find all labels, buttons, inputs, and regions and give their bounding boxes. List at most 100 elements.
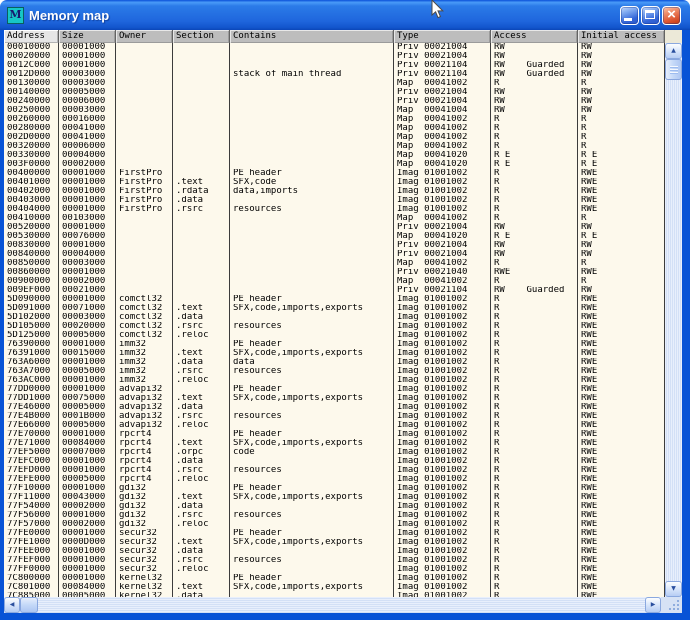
cell-size: 00001000: [59, 466, 116, 475]
table-row[interactable]: 5D102000 00003000 comctl32 .data Imag 01…: [4, 313, 665, 322]
table-row[interactable]: 00240000 00006000 Priv 00021004 RW RW: [4, 97, 665, 106]
cell-access: R: [491, 187, 578, 196]
table-row[interactable]: 00840000 00004000 Priv 00021004 RW RW: [4, 250, 665, 259]
cell-type: Imag 01001002: [394, 349, 491, 358]
table-row[interactable]: 77DD0000 00001000 advapi32 PE header Ima…: [4, 385, 665, 394]
table-row[interactable]: 00403000 00001000 FirstPro .data Imag 01…: [4, 196, 665, 205]
cell-owner: comctl32: [116, 304, 173, 313]
table-row[interactable]: 77FEE000 00001000 secur32 .data Imag 010…: [4, 547, 665, 556]
table-row[interactable]: 00402000 00001000 FirstPro .rdata data,i…: [4, 187, 665, 196]
app-icon[interactable]: M: [7, 7, 24, 24]
column-header-owner[interactable]: Owner: [116, 30, 173, 43]
table-row[interactable]: 77F10000 00001000 gdi32 PE header Imag 0…: [4, 484, 665, 493]
table-row[interactable]: 77FE0000 00001000 secur32 PE header Imag…: [4, 529, 665, 538]
cell-section: [173, 151, 230, 160]
table-row[interactable]: 00140000 00005000 Priv 00021004 RW RW: [4, 88, 665, 97]
column-header-contains[interactable]: Contains: [230, 30, 394, 43]
table-row[interactable]: 7C801000 00084000 kernel32 .text SFX,cod…: [4, 583, 665, 592]
table-row[interactable]: 77FEF000 00001000 secur32 .rsrc resource…: [4, 556, 665, 565]
close-button[interactable]: ×: [662, 6, 681, 25]
cell-size: 00006000: [59, 142, 116, 151]
table-row[interactable]: 763A6000 00001000 imm32 .data data Imag …: [4, 358, 665, 367]
table-row[interactable]: 77FE1000 0000D000 secur32 .text SFX,code…: [4, 538, 665, 547]
table-row[interactable]: 77E66000 00005000 advapi32 .reloc Imag 0…: [4, 421, 665, 430]
table-row[interactable]: 00404000 00001000 FirstPro .rsrc resourc…: [4, 205, 665, 214]
table-row[interactable]: 00250000 00003000 Map 00041004 RW RW: [4, 106, 665, 115]
table-row[interactable]: 763A7000 00005000 imm32 .rsrc resources …: [4, 367, 665, 376]
table-row[interactable]: 77EF5000 00007000 rpcrt4 .orpc code Imag…: [4, 448, 665, 457]
cell-size: 00001000: [59, 52, 116, 61]
table-row[interactable]: 77F56000 00001000 gdi32 .rsrc resources …: [4, 511, 665, 520]
minimize-button[interactable]: [620, 6, 639, 25]
column-header-section[interactable]: Section: [173, 30, 230, 43]
horizontal-scrollbar-thumb[interactable]: [20, 597, 38, 613]
table-row[interactable]: 00320000 00006000 Map 00041002 R R: [4, 142, 665, 151]
table-row[interactable]: 77F54000 00002000 gdi32 .data Imag 01001…: [4, 502, 665, 511]
table-row[interactable]: 76391000 00015000 imm32 .text SFX,code,i…: [4, 349, 665, 358]
scroll-down-button[interactable]: ▼: [665, 581, 682, 597]
scroll-up-button[interactable]: ▲: [665, 43, 682, 59]
cell-section: [173, 529, 230, 538]
table-row[interactable]: 5D090000 00001000 comctl32 PE header Ima…: [4, 295, 665, 304]
table-row[interactable]: 00260000 00016000 Map 00041002 R R: [4, 115, 665, 124]
table-row[interactable]: 5D105000 00020000 comctl32 .rsrc resourc…: [4, 322, 665, 331]
table-row[interactable]: 77DD1000 00075000 advapi32 .text SFX,cod…: [4, 394, 665, 403]
cell-address: 00402000: [4, 187, 59, 196]
table-row[interactable]: 763AC000 00001000 imm32 .reloc Imag 0100…: [4, 376, 665, 385]
vertical-scrollbar-thumb[interactable]: [665, 59, 682, 80]
cell-address: 77EFE000: [4, 475, 59, 484]
table-row[interactable]: 77EFE000 00005000 rpcrt4 .reloc Imag 010…: [4, 475, 665, 484]
table-row[interactable]: 00410000 00103000 Map 00041002 R R: [4, 214, 665, 223]
table-row[interactable]: 00900000 00002000 Map 00041002 R R: [4, 277, 665, 286]
titlebar[interactable]: M Memory map ×: [0, 0, 690, 30]
table-row[interactable]: 77E71000 00084000 rpcrt4 .text SFX,code,…: [4, 439, 665, 448]
table-row[interactable]: 77F11000 00043000 gdi32 .text SFX,code,i…: [4, 493, 665, 502]
table-row[interactable]: 00020000 00001000 Priv 00021004 RW RW: [4, 52, 665, 61]
cell-initial-access: R: [578, 142, 665, 151]
table-row[interactable]: 009EF000 00021000 Priv 00021104 RW Guard…: [4, 286, 665, 295]
table-row[interactable]: 77E46000 00005000 advapi32 .data Imag 01…: [4, 403, 665, 412]
table-row[interactable]: 77E70000 00001000 rpcrt4 PE header Imag …: [4, 430, 665, 439]
table-row[interactable]: 77F57000 00002000 gdi32 .reloc Imag 0100…: [4, 520, 665, 529]
table-row[interactable]: 00860000 00001000 Priv 00021040 RWE RWE: [4, 268, 665, 277]
vertical-scrollbar[interactable]: ▲ ▼: [665, 43, 682, 597]
cell-contains: [230, 268, 394, 277]
cell-size: 00005000: [59, 421, 116, 430]
table-row[interactable]: 00130000 00003000 Map 00041002 R R: [4, 79, 665, 88]
column-header-address[interactable]: Address: [4, 30, 59, 43]
table-row[interactable]: 00400000 00001000 FirstPro PE header Ima…: [4, 169, 665, 178]
table-row[interactable]: 77EFC000 00001000 rpcrt4 .data Imag 0100…: [4, 457, 665, 466]
table-row[interactable]: 77E4B000 0001B000 advapi32 .rsrc resourc…: [4, 412, 665, 421]
table-row[interactable]: 00330000 00004000 Map 00041020 R E R E: [4, 151, 665, 160]
table-row[interactable]: 5D091000 00071000 comctl32 .text SFX,cod…: [4, 304, 665, 313]
column-header-access[interactable]: Access: [491, 30, 578, 43]
cell-address: 7C800000: [4, 574, 59, 583]
resize-grip[interactable]: [661, 597, 682, 613]
table-row[interactable]: 00401000 00001000 FirstPro .text SFX,cod…: [4, 178, 665, 187]
table-row[interactable]: 00520000 00001000 Priv 00021004 RW RW: [4, 223, 665, 232]
table-row[interactable]: 0012C000 00001000 Priv 00021104 RW Guard…: [4, 61, 665, 70]
horizontal-scrollbar[interactable]: ◀ ▶: [4, 597, 661, 613]
table-row[interactable]: 5D125000 00005000 comctl32 .reloc Imag 0…: [4, 331, 665, 340]
cell-contains: PE header: [230, 385, 394, 394]
table-row[interactable]: 0012D000 00003000 stack of main thread P…: [4, 70, 665, 79]
table-row[interactable]: 00280000 00041000 Map 00041002 R R: [4, 124, 665, 133]
column-header-initial-access[interactable]: Initial access: [578, 30, 665, 43]
table-row[interactable]: 00010000 00001000 Priv 00021004 RW RW: [4, 43, 665, 52]
column-header-size[interactable]: Size: [59, 30, 116, 43]
cell-type: Map 00041002: [394, 115, 491, 124]
scroll-right-button[interactable]: ▶: [645, 597, 661, 613]
table-row[interactable]: 00830000 00001000 Priv 00021004 RW RW: [4, 241, 665, 250]
scroll-left-button[interactable]: ◀: [4, 597, 20, 613]
table-row[interactable]: 002D0000 00041000 Map 00041002 R R: [4, 133, 665, 142]
cell-initial-access: RW: [578, 88, 665, 97]
table-row[interactable]: 76390000 00001000 imm32 PE header Imag 0…: [4, 340, 665, 349]
column-header-type[interactable]: Type: [394, 30, 491, 43]
table-row[interactable]: 00530000 00076000 Map 00041020 R E R E: [4, 232, 665, 241]
table-row[interactable]: 77EFD000 00001000 rpcrt4 .rsrc resources…: [4, 466, 665, 475]
table-row[interactable]: 00850000 00003000 Map 00041002 R R: [4, 259, 665, 268]
table-row[interactable]: 77FF0000 00001000 secur32 .reloc Imag 01…: [4, 565, 665, 574]
table-row[interactable]: 7C800000 00001000 kernel32 PE header Ima…: [4, 574, 665, 583]
table-row[interactable]: 003F0000 00002000 Map 00041020 R E R E: [4, 160, 665, 169]
maximize-button[interactable]: [641, 6, 660, 25]
